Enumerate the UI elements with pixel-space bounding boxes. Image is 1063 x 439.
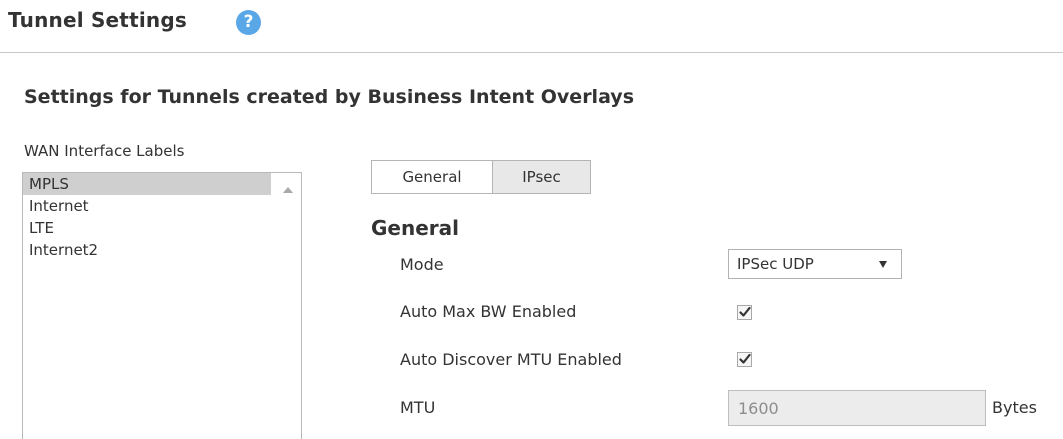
wan-interface-labels-label: WAN Interface Labels <box>24 142 185 160</box>
checkmark-icon <box>739 306 751 317</box>
page-header: Tunnel Settings ? <box>0 0 1063 53</box>
general-section-heading: General <box>371 216 459 240</box>
wan-interface-labels-list[interactable]: MPLS Internet LTE Internet2 <box>22 172 302 439</box>
mode-select[interactable]: IPSec UDP <box>728 249 902 279</box>
page-title: Tunnel Settings <box>8 8 187 32</box>
tab-general[interactable]: General <box>372 161 493 193</box>
mode-select-value: IPSec UDP <box>737 255 814 273</box>
mtu-input[interactable] <box>728 390 986 426</box>
auto-discover-mtu-label: Auto Discover MTU Enabled <box>400 350 622 369</box>
mtu-label: MTU <box>400 398 436 417</box>
scroll-up-arrow-icon[interactable] <box>283 187 293 193</box>
mtu-unit-label: Bytes <box>992 398 1037 417</box>
dropdown-arrow-icon <box>879 261 887 268</box>
auto-max-bw-checkbox[interactable] <box>737 305 752 320</box>
checkmark-icon <box>739 353 751 364</box>
list-item-internet2[interactable]: Internet2 <box>23 239 271 261</box>
list-item-lte[interactable]: LTE <box>23 217 271 239</box>
list-item-internet[interactable]: Internet <box>23 195 271 217</box>
auto-discover-mtu-checkbox[interactable] <box>737 352 752 367</box>
auto-max-bw-label: Auto Max BW Enabled <box>400 302 577 321</box>
tunnel-settings-page: Tunnel Settings ? Settings for Tunnels c… <box>0 0 1063 439</box>
section-title: Settings for Tunnels created by Business… <box>24 86 635 108</box>
list-item-mpls[interactable]: MPLS <box>23 173 271 195</box>
settings-tabs: General IPsec <box>371 160 591 194</box>
mode-label: Mode <box>400 255 444 274</box>
tab-ipsec[interactable]: IPsec <box>493 161 590 193</box>
help-icon[interactable]: ? <box>236 10 261 35</box>
